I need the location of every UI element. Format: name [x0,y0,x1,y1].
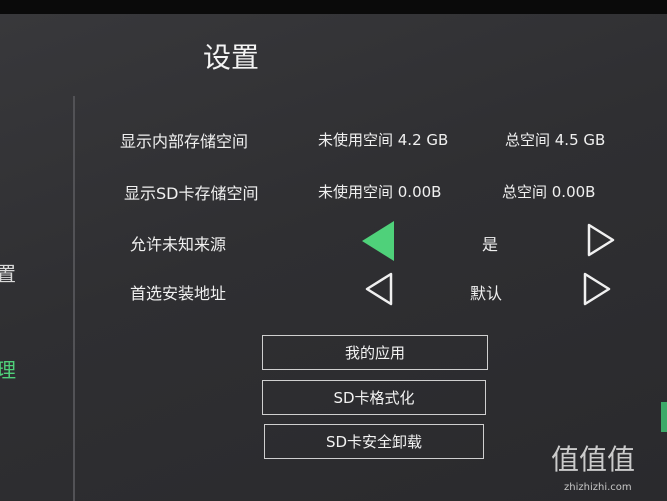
sd-unmount-button[interactable]: SD卡安全卸载 [264,424,484,459]
unknown-sources-label: 允许未知来源 [130,235,227,254]
page-title: 设置 [203,41,260,74]
sd-storage-label: 显示SD卡存储空间 [124,184,259,203]
unknown-sources-value: 是 [482,235,499,254]
sd-storage-total: 总空间 0.00B [502,183,596,201]
install-location-value: 默认 [470,284,503,303]
unknown-sources-prev-arrow-icon[interactable] [362,221,394,261]
internal-storage-label: 显示内部存储空间 [120,132,249,151]
sd-format-button[interactable]: SD卡格式化 [262,380,486,415]
sidebar-item-partial-settings[interactable]: 置 [0,258,16,287]
my-apps-button[interactable]: 我的应用 [262,335,488,370]
sd-storage-free: 未使用空间 0.00B [318,183,442,201]
watermark-logo: 值值值 [551,443,636,476]
install-location-label: 首选安装地址 [130,284,227,303]
install-location-next-arrow-icon[interactable] [582,271,612,307]
internal-storage-total: 总空间 4.5 GB [505,131,606,149]
unknown-sources-next-arrow-icon[interactable] [586,222,616,258]
watermark-url: zhizhizhi.com [564,482,632,493]
top-black-band [0,0,667,14]
install-location-prev-arrow-icon[interactable] [364,271,394,307]
internal-storage-free: 未使用空间 4.2 GB [318,131,449,149]
sidebar-item-partial-manage[interactable]: 理 [0,354,16,383]
settings-screen: 设置 置 理 显示内部存储空间 未使用空间 4.2 GB 总空间 4.5 GB … [0,14,667,501]
sidebar-divider [73,96,75,501]
edge-highlight [661,402,667,432]
